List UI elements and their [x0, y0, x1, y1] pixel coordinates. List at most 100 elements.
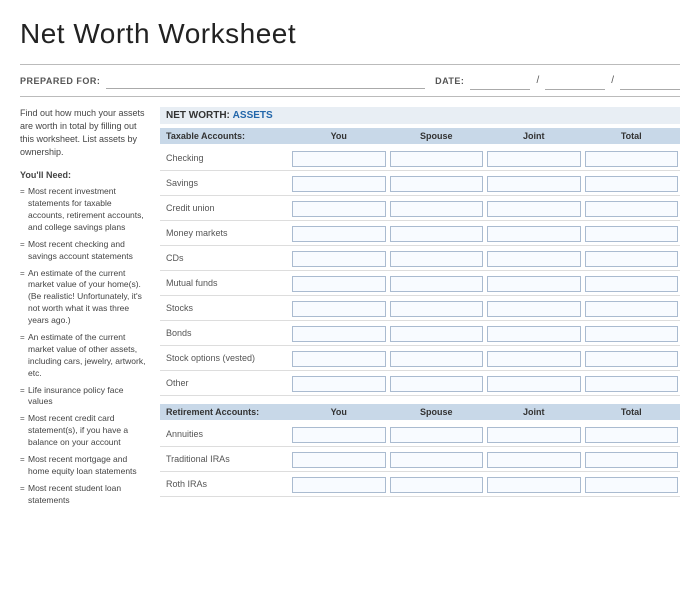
taxable-you-input-8[interactable] [292, 351, 386, 367]
taxable-total-input-3[interactable] [585, 226, 679, 242]
taxable-you-input-2[interactable] [292, 201, 386, 217]
taxable-you-input-3[interactable] [292, 226, 386, 242]
taxable-spouse-3[interactable] [388, 224, 486, 242]
retirement-you-input-2[interactable] [292, 477, 386, 493]
taxable-spouse-input-5[interactable] [390, 276, 484, 292]
retirement-you-0[interactable] [290, 425, 388, 443]
taxable-spouse-6[interactable] [388, 299, 486, 317]
taxable-joint-3[interactable] [485, 224, 583, 242]
taxable-total-input-9[interactable] [585, 376, 679, 392]
taxable-joint-input-5[interactable] [487, 276, 581, 292]
taxable-total-4[interactable] [583, 249, 681, 267]
taxable-spouse-5[interactable] [388, 274, 486, 292]
taxable-you-3[interactable] [290, 224, 388, 242]
taxable-joint-6[interactable] [485, 299, 583, 317]
taxable-joint-1[interactable] [485, 174, 583, 192]
taxable-total-input-6[interactable] [585, 301, 679, 317]
taxable-spouse-9[interactable] [388, 374, 486, 392]
taxable-joint-8[interactable] [485, 349, 583, 367]
taxable-total-3[interactable] [583, 224, 681, 242]
taxable-joint-input-0[interactable] [487, 151, 581, 167]
taxable-spouse-input-1[interactable] [390, 176, 484, 192]
retirement-you-1[interactable] [290, 450, 388, 468]
taxable-you-2[interactable] [290, 199, 388, 217]
taxable-spouse-4[interactable] [388, 249, 486, 267]
taxable-spouse-input-2[interactable] [390, 201, 484, 217]
taxable-you-input-9[interactable] [292, 376, 386, 392]
retirement-total-input-1[interactable] [585, 452, 679, 468]
taxable-you-1[interactable] [290, 174, 388, 192]
taxable-spouse-7[interactable] [388, 324, 486, 342]
retirement-joint-0[interactable] [485, 425, 583, 443]
retirement-spouse-1[interactable] [388, 450, 486, 468]
retirement-joint-input-2[interactable] [487, 477, 581, 493]
date-field-day[interactable] [545, 71, 605, 90]
taxable-total-input-8[interactable] [585, 351, 679, 367]
taxable-total-input-4[interactable] [585, 251, 679, 267]
retirement-total-input-0[interactable] [585, 427, 679, 443]
taxable-spouse-input-3[interactable] [390, 226, 484, 242]
taxable-total-input-7[interactable] [585, 326, 679, 342]
retirement-joint-input-1[interactable] [487, 452, 581, 468]
retirement-spouse-input-1[interactable] [390, 452, 484, 468]
retirement-total-input-2[interactable] [585, 477, 679, 493]
taxable-joint-5[interactable] [485, 274, 583, 292]
taxable-joint-input-9[interactable] [487, 376, 581, 392]
taxable-you-7[interactable] [290, 324, 388, 342]
taxable-spouse-8[interactable] [388, 349, 486, 367]
taxable-you-8[interactable] [290, 349, 388, 367]
taxable-you-9[interactable] [290, 374, 388, 392]
retirement-joint-input-0[interactable] [487, 427, 581, 443]
date-field-month[interactable] [470, 71, 530, 90]
taxable-you-input-6[interactable] [292, 301, 386, 317]
taxable-spouse-2[interactable] [388, 199, 486, 217]
taxable-total-input-5[interactable] [585, 276, 679, 292]
taxable-total-9[interactable] [583, 374, 681, 392]
retirement-joint-1[interactable] [485, 450, 583, 468]
retirement-total-2[interactable] [583, 475, 681, 493]
taxable-you-6[interactable] [290, 299, 388, 317]
taxable-joint-9[interactable] [485, 374, 583, 392]
taxable-joint-4[interactable] [485, 249, 583, 267]
taxable-spouse-input-4[interactable] [390, 251, 484, 267]
taxable-total-1[interactable] [583, 174, 681, 192]
retirement-joint-2[interactable] [485, 475, 583, 493]
taxable-spouse-input-8[interactable] [390, 351, 484, 367]
taxable-you-input-5[interactable] [292, 276, 386, 292]
taxable-joint-input-1[interactable] [487, 176, 581, 192]
retirement-you-input-0[interactable] [292, 427, 386, 443]
retirement-spouse-input-0[interactable] [390, 427, 484, 443]
taxable-total-8[interactable] [583, 349, 681, 367]
taxable-total-5[interactable] [583, 274, 681, 292]
taxable-joint-2[interactable] [485, 199, 583, 217]
taxable-total-input-2[interactable] [585, 201, 679, 217]
taxable-spouse-1[interactable] [388, 174, 486, 192]
taxable-total-2[interactable] [583, 199, 681, 217]
retirement-spouse-0[interactable] [388, 425, 486, 443]
taxable-joint-input-4[interactable] [487, 251, 581, 267]
taxable-you-0[interactable] [290, 149, 388, 167]
taxable-joint-input-8[interactable] [487, 351, 581, 367]
taxable-joint-input-7[interactable] [487, 326, 581, 342]
taxable-spouse-0[interactable] [388, 149, 486, 167]
taxable-joint-input-2[interactable] [487, 201, 581, 217]
taxable-spouse-input-7[interactable] [390, 326, 484, 342]
taxable-joint-input-3[interactable] [487, 226, 581, 242]
taxable-you-input-1[interactable] [292, 176, 386, 192]
taxable-you-input-7[interactable] [292, 326, 386, 342]
taxable-total-0[interactable] [583, 149, 681, 167]
taxable-spouse-input-6[interactable] [390, 301, 484, 317]
retirement-spouse-input-2[interactable] [390, 477, 484, 493]
date-field-year[interactable] [620, 71, 680, 90]
retirement-total-1[interactable] [583, 450, 681, 468]
taxable-you-input-0[interactable] [292, 151, 386, 167]
taxable-total-input-1[interactable] [585, 176, 679, 192]
retirement-total-0[interactable] [583, 425, 681, 443]
taxable-total-6[interactable] [583, 299, 681, 317]
taxable-you-4[interactable] [290, 249, 388, 267]
taxable-total-7[interactable] [583, 324, 681, 342]
retirement-you-2[interactable] [290, 475, 388, 493]
taxable-spouse-input-0[interactable] [390, 151, 484, 167]
taxable-joint-0[interactable] [485, 149, 583, 167]
retirement-spouse-2[interactable] [388, 475, 486, 493]
